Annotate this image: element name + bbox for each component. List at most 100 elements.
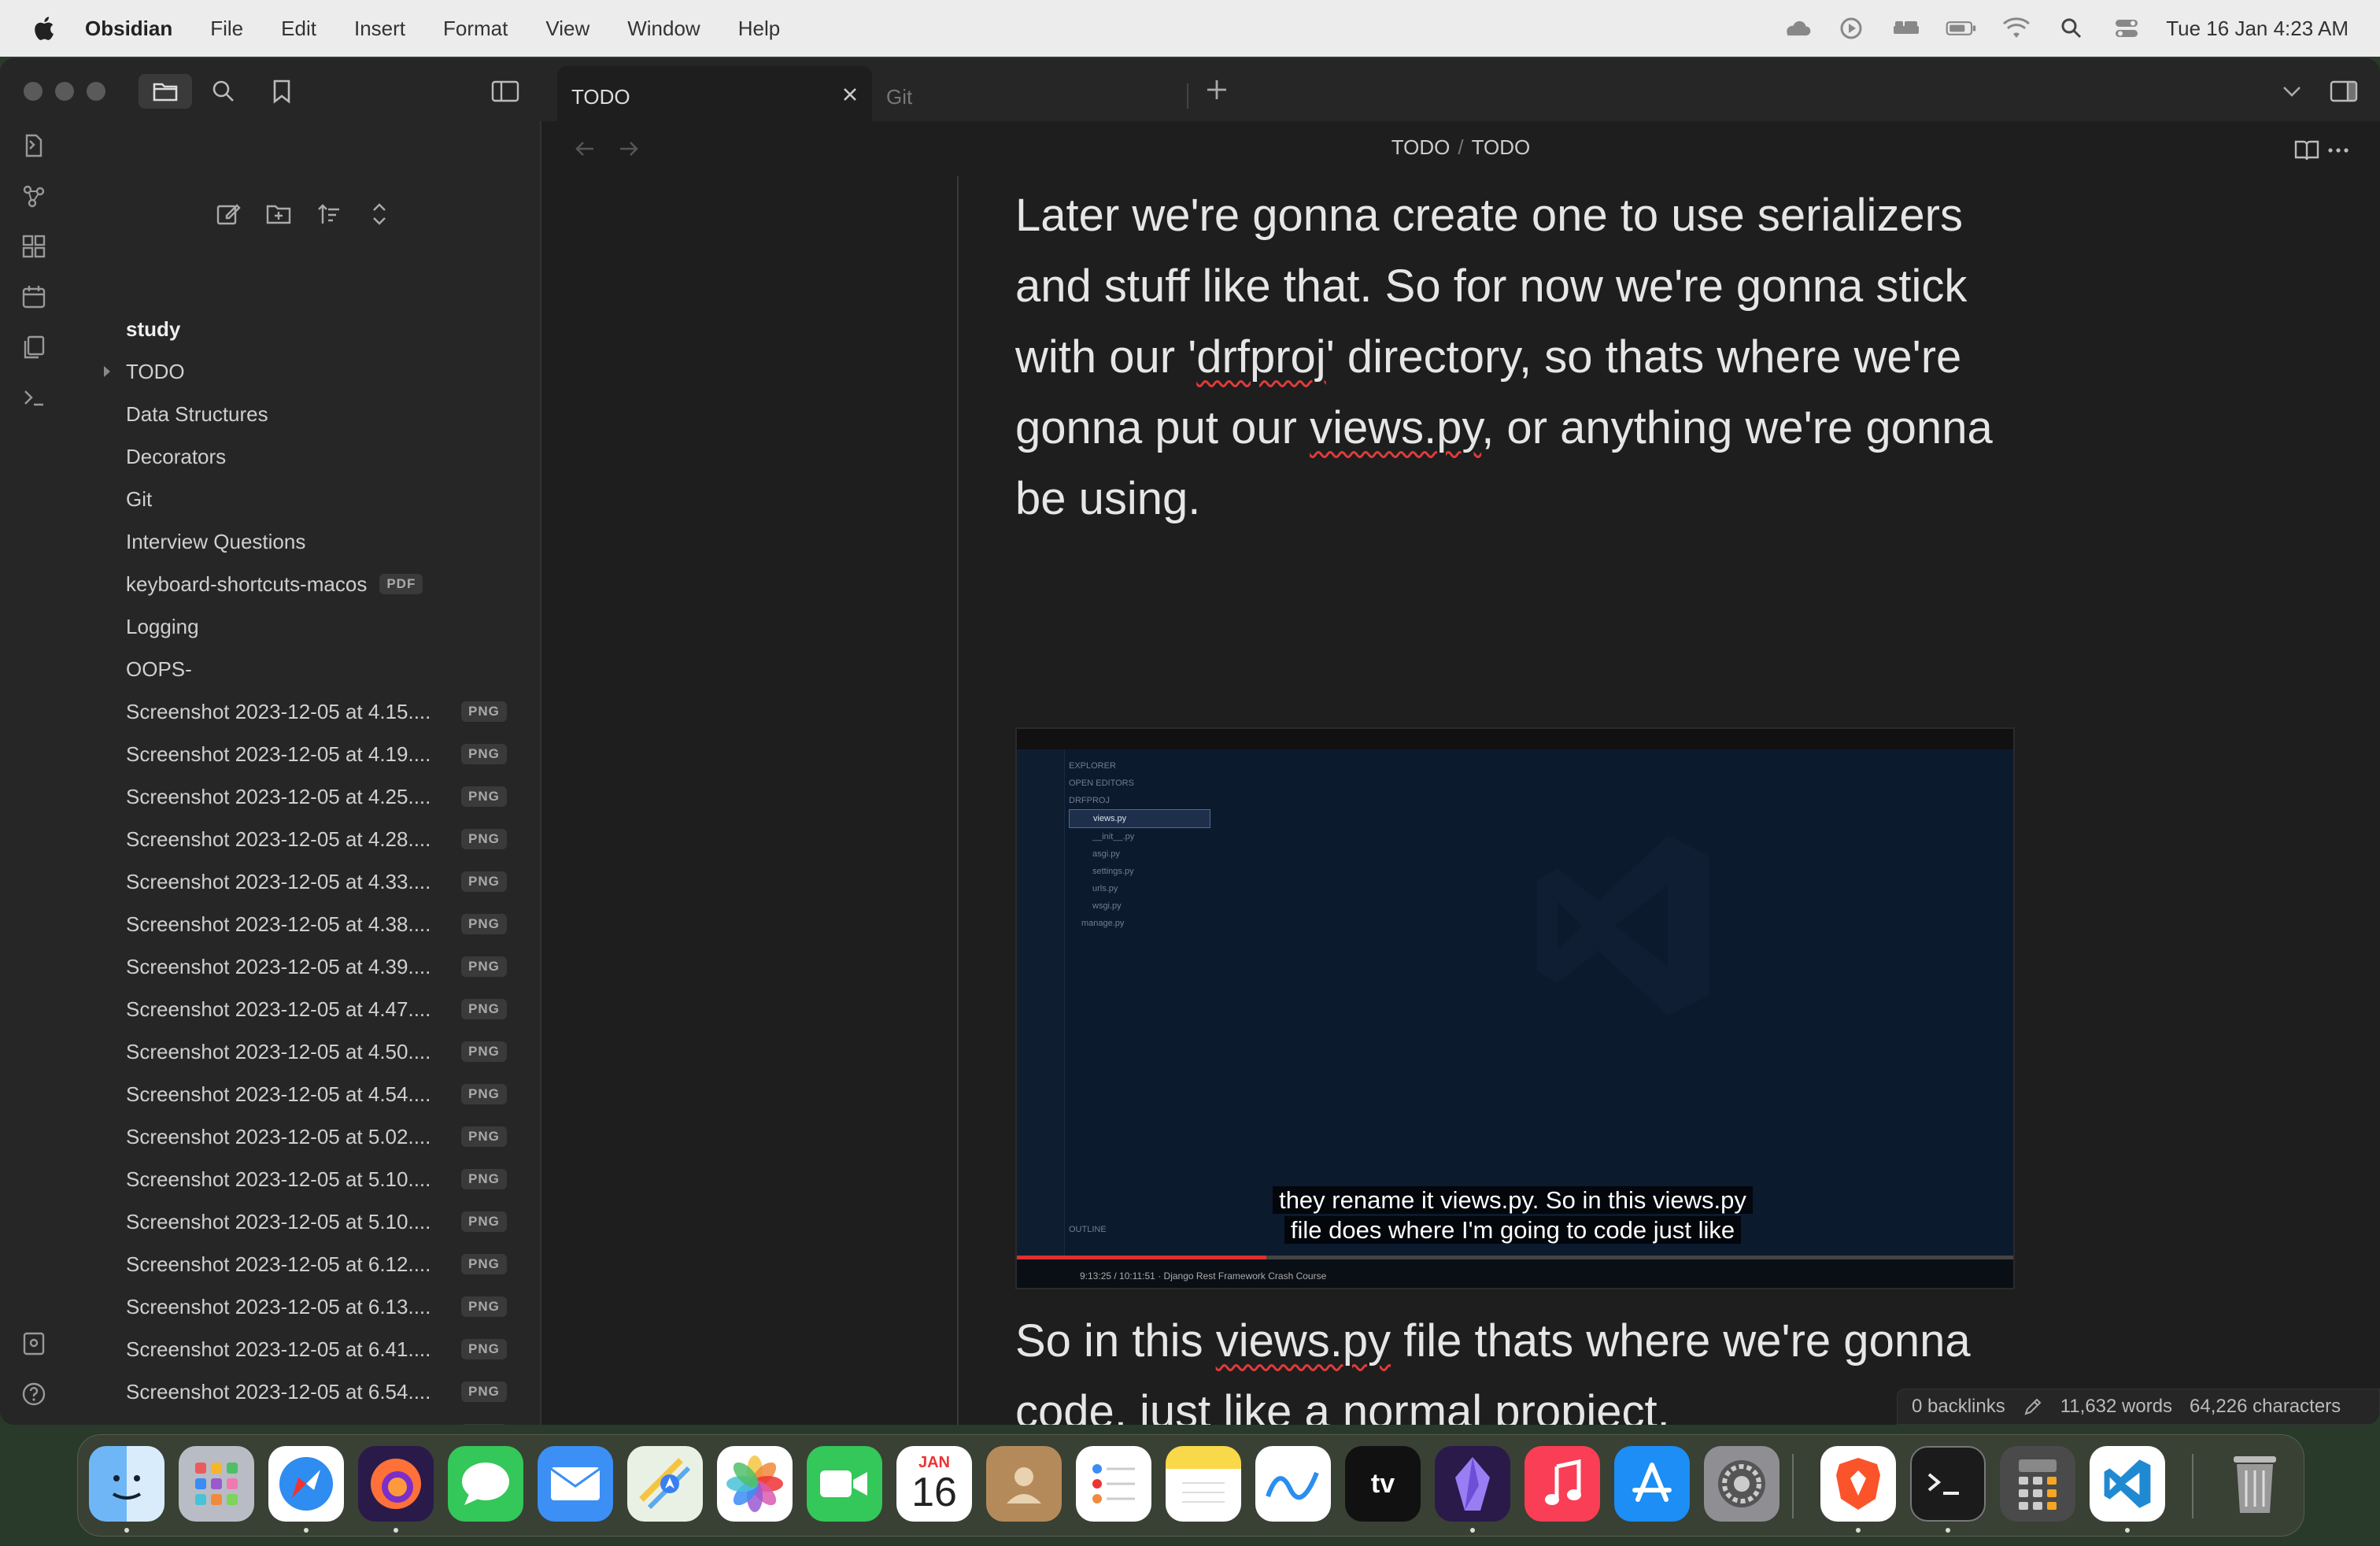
file-tree-item[interactable]: Screenshot 2023-12-05 at 5.02.... PNG xyxy=(126,1121,507,1152)
new-tab-plus-icon[interactable] xyxy=(1203,76,1231,104)
minimize-window-button[interactable] xyxy=(55,82,74,101)
file-tree-item[interactable]: Screenshot 2023-12-05 at 4.54.... PNG xyxy=(126,1078,507,1110)
reading-view-icon[interactable] xyxy=(2293,137,2320,164)
tab-list-dropdown[interactable] xyxy=(2275,74,2309,109)
quick-switcher-button[interactable] xyxy=(19,131,49,161)
vscode-icon[interactable] xyxy=(2090,1446,2165,1522)
file-tree-item[interactable]: Screenshot 2023-12-05 at 6.13.... PNG xyxy=(126,1291,507,1322)
tab-git[interactable]: Git xyxy=(886,85,912,109)
breadcrumb-file[interactable]: TODO xyxy=(1472,135,1531,159)
templates-button[interactable] xyxy=(19,332,49,362)
menu-edit[interactable]: Edit xyxy=(281,17,316,41)
maps-icon[interactable] xyxy=(627,1446,703,1522)
new-note-button[interactable] xyxy=(213,198,244,230)
file-tree-item[interactable]: Screenshot 2023-12-05 at 4.15.... PNG xyxy=(126,696,507,727)
embedded-screenshot[interactable]: EXPLORER OPEN EDITORS DRFPROJ views.py _… xyxy=(1015,727,2015,1289)
mail-icon[interactable] xyxy=(538,1446,613,1522)
vault-root[interactable]: study xyxy=(126,313,180,345)
toggle-right-sidebar-button[interactable] xyxy=(2326,74,2361,109)
apple-icon[interactable] xyxy=(31,15,55,42)
file-tree-item[interactable]: TODO xyxy=(104,356,185,387)
calculator-icon[interactable] xyxy=(2000,1446,2075,1522)
tab-todo[interactable]: TODO xyxy=(557,66,872,121)
menu-insert[interactable]: Insert xyxy=(354,17,405,41)
file-tree-item[interactable]: Decorators xyxy=(126,441,226,472)
calendar-icon[interactable]: JAN 16 xyxy=(896,1446,972,1522)
vault-switcher-button[interactable] xyxy=(19,1329,49,1359)
finder-icon[interactable] xyxy=(89,1446,164,1522)
wifi-icon[interactable] xyxy=(2001,17,2032,40)
menu-help[interactable]: Help xyxy=(738,17,780,41)
menu-file[interactable]: File xyxy=(210,17,243,41)
file-tree-item[interactable]: Screenshot 2023-12-05 at 4.33.... PNG xyxy=(126,866,507,897)
file-tree-item[interactable]: Screenshot 2023-12-05 at 4.38.... PNG xyxy=(126,908,507,940)
clock[interactable]: Tue 16 Jan 4:23 AM xyxy=(2166,17,2349,41)
misspelled-propject[interactable]: propject xyxy=(1495,1386,1657,1425)
firefox-icon[interactable] xyxy=(358,1446,434,1522)
reminders-icon[interactable] xyxy=(1076,1446,1151,1522)
obsidian-icon[interactable] xyxy=(1435,1446,1510,1522)
paragraph-serializers[interactable]: Later we're gonna create one to use seri… xyxy=(1015,180,2023,534)
file-tree-item[interactable]: Screenshot 2023-12-05 at 4.39.... PNG xyxy=(126,951,507,982)
file-tree-item[interactable]: keyboard-shortcuts-macos PDF xyxy=(126,568,423,600)
paragraph-views-py[interactable]: So in this views.py file thats where we'… xyxy=(1015,1306,2023,1425)
file-tree-item[interactable]: Interview Questions xyxy=(126,526,305,557)
file-tree-item[interactable]: Logging xyxy=(126,611,199,642)
play-circle-icon[interactable] xyxy=(1835,17,1867,40)
file-tree-item[interactable]: OOPS- xyxy=(126,653,192,685)
breadcrumb-folder[interactable]: TODO xyxy=(1391,135,1451,159)
file-tree-item[interactable]: Screenshot 2023-12-05 at 6.41.... PNG xyxy=(126,1333,507,1365)
appstore-icon[interactable] xyxy=(1614,1446,1690,1522)
zoom-window-button[interactable] xyxy=(87,82,105,101)
cloud-icon[interactable] xyxy=(1780,17,1812,40)
graph-view-button[interactable] xyxy=(19,181,49,211)
canvas-button[interactable] xyxy=(19,231,49,261)
menu-format[interactable]: Format xyxy=(443,17,508,41)
command-palette-button[interactable] xyxy=(19,383,49,412)
terminal-icon[interactable] xyxy=(1910,1446,1986,1522)
close-window-button[interactable] xyxy=(24,82,42,101)
music-icon[interactable] xyxy=(1524,1446,1600,1522)
help-button[interactable] xyxy=(19,1379,49,1409)
file-explorer-tab[interactable] xyxy=(139,74,192,109)
chevron-right-icon[interactable] xyxy=(99,364,115,379)
spotlight-search-icon[interactable] xyxy=(2056,17,2087,40)
appletv-icon[interactable]: tv xyxy=(1345,1446,1421,1522)
file-tree-item[interactable]: Data Structures xyxy=(126,398,268,430)
facetime-icon[interactable] xyxy=(807,1446,882,1522)
search-tab[interactable] xyxy=(206,74,241,109)
file-tree-item[interactable]: Screenshot 2023-12-05 at 4.47.... PNG xyxy=(126,993,507,1025)
daily-note-button[interactable] xyxy=(19,282,49,312)
messages-icon[interactable] xyxy=(448,1446,523,1522)
contacts-icon[interactable] xyxy=(986,1446,1062,1522)
file-tree-item[interactable]: Screenshot 2023-12-05 at 5.10.... PNG xyxy=(126,1206,507,1237)
misspelled-views-py-2[interactable]: views.py xyxy=(1216,1315,1391,1367)
freeform-icon[interactable] xyxy=(1255,1446,1331,1522)
photos-icon[interactable] xyxy=(717,1446,793,1522)
brave-icon[interactable] xyxy=(1820,1446,1896,1522)
file-tree-item[interactable]: Screenshot 2023-12-05 at 5.10.... PNG xyxy=(126,1163,507,1195)
file-tree-item[interactable]: Screenshot 2023-12-05 at 4.50.... PNG xyxy=(126,1036,507,1067)
toggle-left-sidebar-button[interactable] xyxy=(488,74,523,109)
close-tab-icon[interactable] xyxy=(839,83,861,105)
menu-view[interactable]: View xyxy=(545,17,589,41)
app-name-menu[interactable]: Obsidian xyxy=(85,17,172,41)
settings-icon[interactable] xyxy=(1704,1446,1779,1522)
misspelled-views-py[interactable]: views.py xyxy=(1310,402,1481,453)
control-center-icon[interactable] xyxy=(2111,17,2142,40)
sort-button[interactable] xyxy=(313,198,345,230)
misspelled-drfproj[interactable]: drfproj xyxy=(1196,331,1325,383)
menu-window[interactable]: Window xyxy=(627,17,700,41)
editing-mode-pen-icon[interactable] xyxy=(2023,1396,2043,1417)
bookmarks-tab[interactable] xyxy=(264,74,299,109)
file-tree-item[interactable]: Screenshot 2023-12-05 at 6.12.... PNG xyxy=(126,1248,507,1280)
file-tree-item[interactable]: Git xyxy=(126,483,152,515)
file-tree-item[interactable]: Screenshot 2023-12-05 at 6.54.... PNG xyxy=(126,1376,507,1407)
bed-icon[interactable] xyxy=(1890,17,1922,40)
file-tree-item[interactable]: Screenshot 2023-12-05 at 6.55.... PNG xyxy=(126,1418,507,1425)
notes-icon[interactable] xyxy=(1166,1446,1241,1522)
file-tree-item[interactable]: Screenshot 2023-12-05 at 4.25.... PNG xyxy=(126,781,507,812)
new-folder-button[interactable] xyxy=(263,198,294,230)
backlinks-count[interactable]: 0 backlinks xyxy=(1912,1396,2005,1418)
more-options-icon[interactable] xyxy=(2325,137,2352,164)
